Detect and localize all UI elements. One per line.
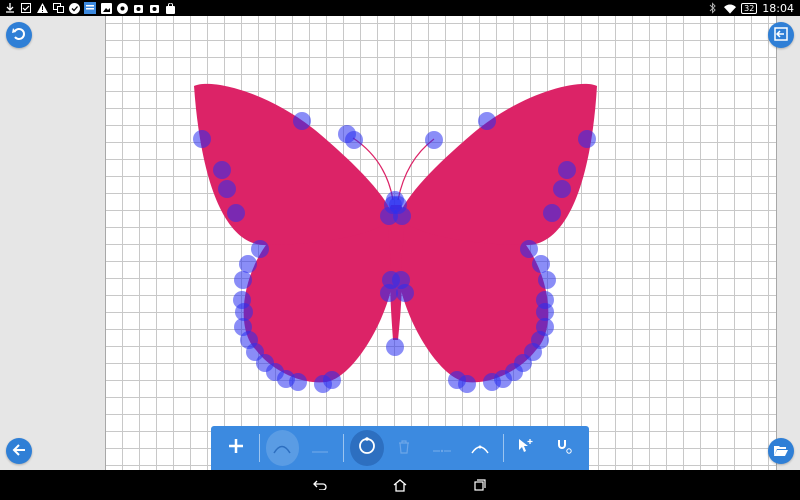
delete-button[interactable] (388, 430, 422, 466)
wifi-icon (724, 2, 737, 14)
back-icon[interactable] (312, 477, 328, 493)
control-point[interactable] (345, 131, 363, 149)
control-point[interactable] (478, 112, 496, 130)
open-folder-button[interactable] (768, 438, 794, 464)
split-icon (433, 439, 452, 458)
control-point[interactable] (213, 161, 231, 179)
exit-button[interactable] (768, 22, 794, 48)
line-icon (312, 439, 329, 458)
split-button[interactable] (425, 430, 459, 466)
magnet-icon (556, 438, 572, 458)
pointer-add-button[interactable] (510, 430, 544, 466)
control-point[interactable] (532, 255, 550, 273)
bluetooth-icon (707, 2, 719, 14)
control-point[interactable] (425, 131, 443, 149)
exit-icon (774, 26, 788, 45)
undo-icon (12, 26, 26, 45)
navigation-bar (0, 470, 800, 500)
system-status: 32 18:04 (707, 0, 794, 16)
control-point[interactable] (239, 255, 257, 273)
control-point[interactable] (578, 130, 596, 148)
toolbar-divider (502, 434, 504, 462)
warning-icon (36, 2, 48, 14)
control-point[interactable] (323, 371, 341, 389)
chrome-icon (116, 2, 128, 14)
checkbox-icon (20, 2, 32, 14)
pointer-add-icon (518, 438, 534, 458)
control-point[interactable] (293, 112, 311, 130)
select-circle-icon (358, 437, 376, 459)
control-point[interactable] (218, 180, 236, 198)
editing-toolbar (211, 426, 589, 470)
app-icon (84, 2, 96, 14)
control-point[interactable] (483, 373, 501, 391)
control-point[interactable] (448, 371, 466, 389)
photo-icon (148, 2, 160, 14)
check-circle-icon (68, 2, 80, 14)
back-arrow-icon (12, 442, 26, 461)
recent-apps-icon[interactable] (472, 477, 488, 493)
toolbar-divider (343, 434, 344, 462)
toolbar-divider (258, 434, 260, 462)
control-point[interactable] (386, 338, 404, 356)
control-point[interactable] (538, 271, 556, 289)
folder-open-icon (774, 442, 788, 461)
screen-mirror-icon (52, 2, 64, 14)
line-button[interactable] (303, 430, 337, 466)
home-icon[interactable] (392, 477, 408, 493)
back-button[interactable] (6, 438, 32, 464)
butterfly-shape[interactable] (106, 16, 778, 470)
smooth-icon (471, 439, 489, 458)
smooth-button[interactable] (463, 430, 497, 466)
control-point[interactable] (392, 271, 410, 289)
curve-button[interactable] (265, 430, 300, 466)
control-point[interactable] (543, 204, 561, 222)
clock: 18:04 (762, 1, 794, 15)
control-point[interactable] (193, 130, 211, 148)
status-bar: 32 18:04 (0, 0, 800, 16)
magnet-button[interactable] (547, 430, 581, 466)
control-point[interactable] (386, 191, 404, 209)
control-point[interactable] (251, 240, 269, 258)
add-icon (228, 438, 244, 458)
control-point[interactable] (553, 180, 571, 198)
control-point[interactable] (234, 271, 252, 289)
notification-icons (4, 0, 176, 16)
control-point[interactable] (227, 204, 245, 222)
image-icon (100, 2, 112, 14)
photo-icon (132, 2, 144, 14)
add-button[interactable] (219, 430, 253, 466)
select-circle-button[interactable] (349, 430, 384, 466)
undo-button[interactable] (6, 22, 32, 48)
control-point[interactable] (520, 240, 538, 258)
control-point[interactable] (289, 373, 307, 391)
bag-icon (164, 2, 176, 14)
battery-icon: 32 (741, 2, 758, 14)
drawing-canvas[interactable] (105, 16, 777, 470)
delete-icon (398, 439, 410, 458)
control-point[interactable] (558, 161, 576, 179)
download-icon (4, 2, 16, 14)
curve-icon (273, 439, 292, 458)
